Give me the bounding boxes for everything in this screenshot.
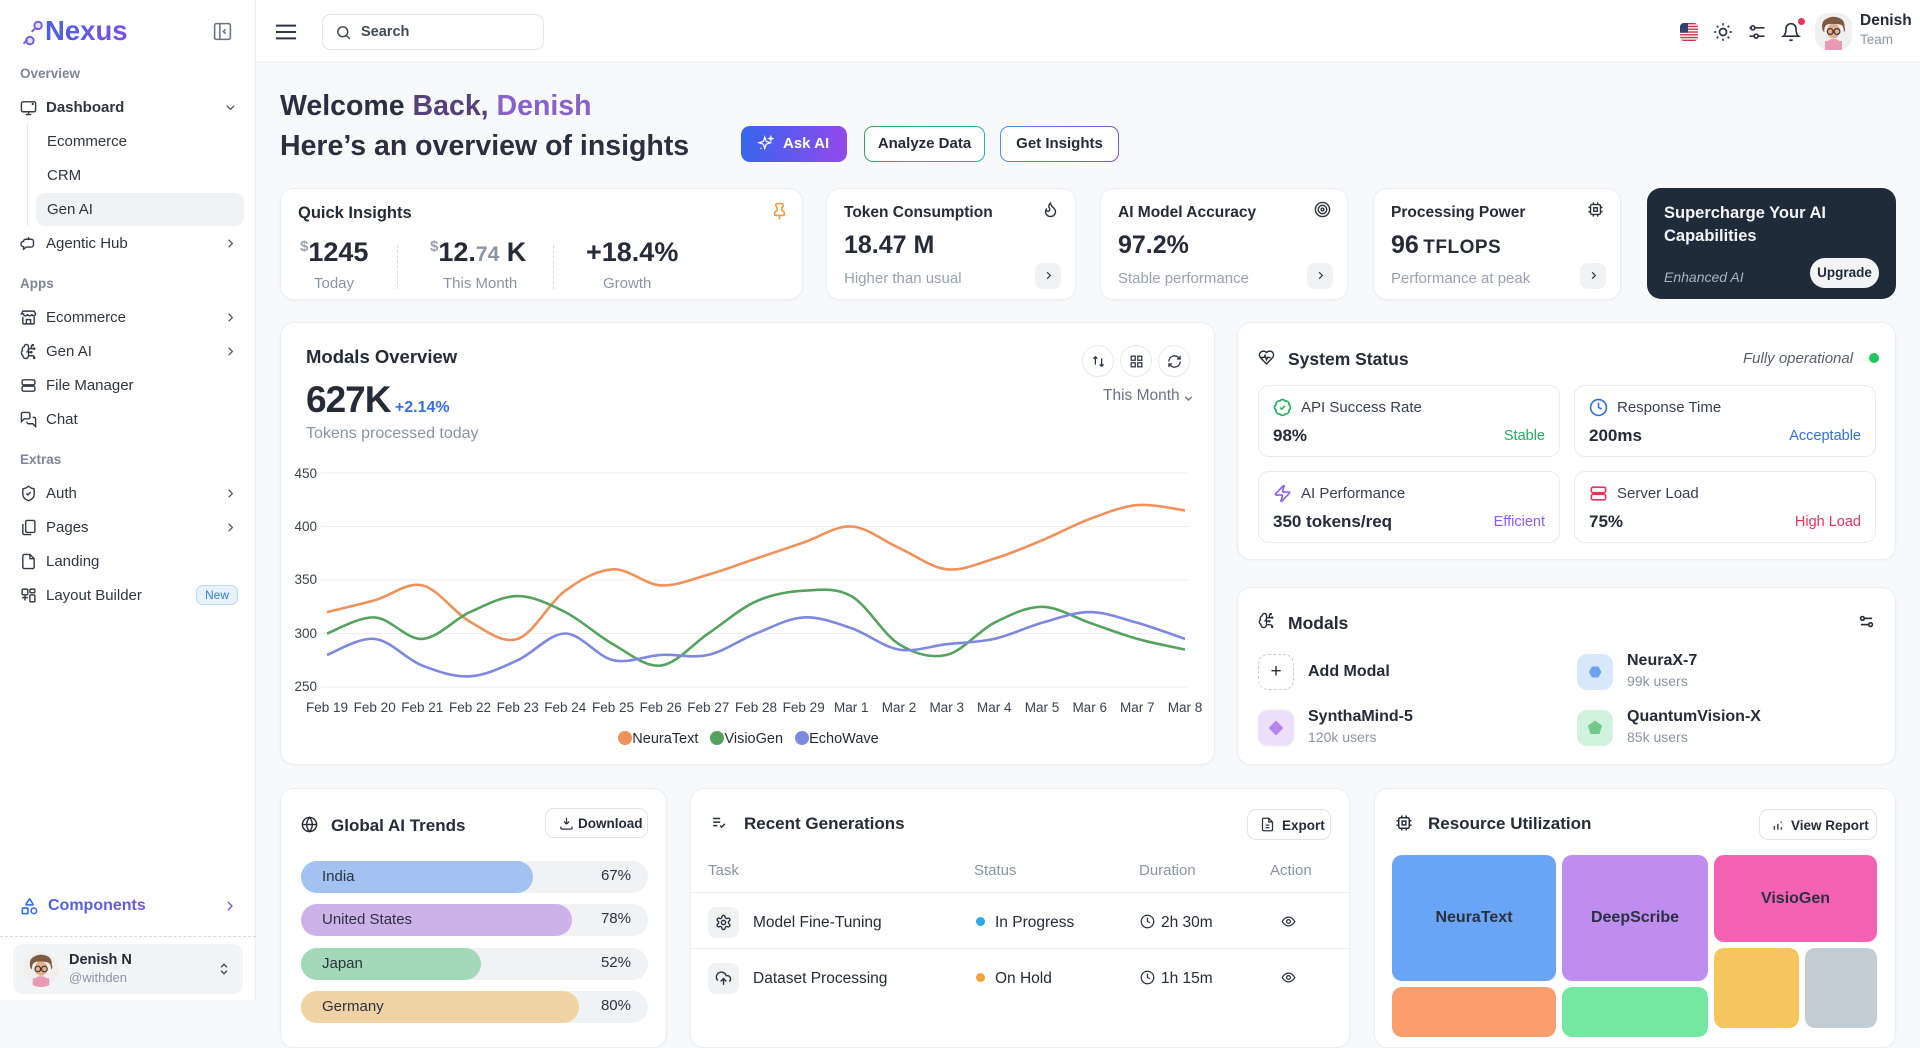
svg-text:Feb 20: Feb 20 <box>354 700 396 715</box>
svg-text:Mar 2: Mar 2 <box>882 700 917 715</box>
svg-text:Feb 28: Feb 28 <box>735 700 777 715</box>
svg-text:Mar 3: Mar 3 <box>929 700 964 715</box>
svg-text:450: 450 <box>294 466 317 481</box>
svg-text:Feb 19: Feb 19 <box>306 700 348 715</box>
svg-text:Feb 27: Feb 27 <box>687 700 729 715</box>
svg-text:250: 250 <box>294 679 317 694</box>
svg-text:Feb 24: Feb 24 <box>544 700 587 715</box>
svg-text:Mar 5: Mar 5 <box>1025 700 1060 715</box>
svg-text:350: 350 <box>294 572 317 587</box>
svg-text:Mar 7: Mar 7 <box>1120 700 1155 715</box>
svg-text:Feb 23: Feb 23 <box>497 700 539 715</box>
svg-text:400: 400 <box>294 519 317 534</box>
svg-text:Feb 21: Feb 21 <box>401 700 443 715</box>
svg-text:Feb 22: Feb 22 <box>449 700 491 715</box>
svg-text:Mar 8: Mar 8 <box>1168 700 1203 715</box>
svg-text:300: 300 <box>294 626 317 641</box>
svg-text:Mar 4: Mar 4 <box>977 700 1012 715</box>
svg-text:Mar 6: Mar 6 <box>1072 700 1107 715</box>
svg-text:Feb 29: Feb 29 <box>783 700 825 715</box>
svg-text:Feb 25: Feb 25 <box>592 700 634 715</box>
svg-text:Mar 1: Mar 1 <box>834 700 869 715</box>
svg-text:Feb 26: Feb 26 <box>640 700 682 715</box>
